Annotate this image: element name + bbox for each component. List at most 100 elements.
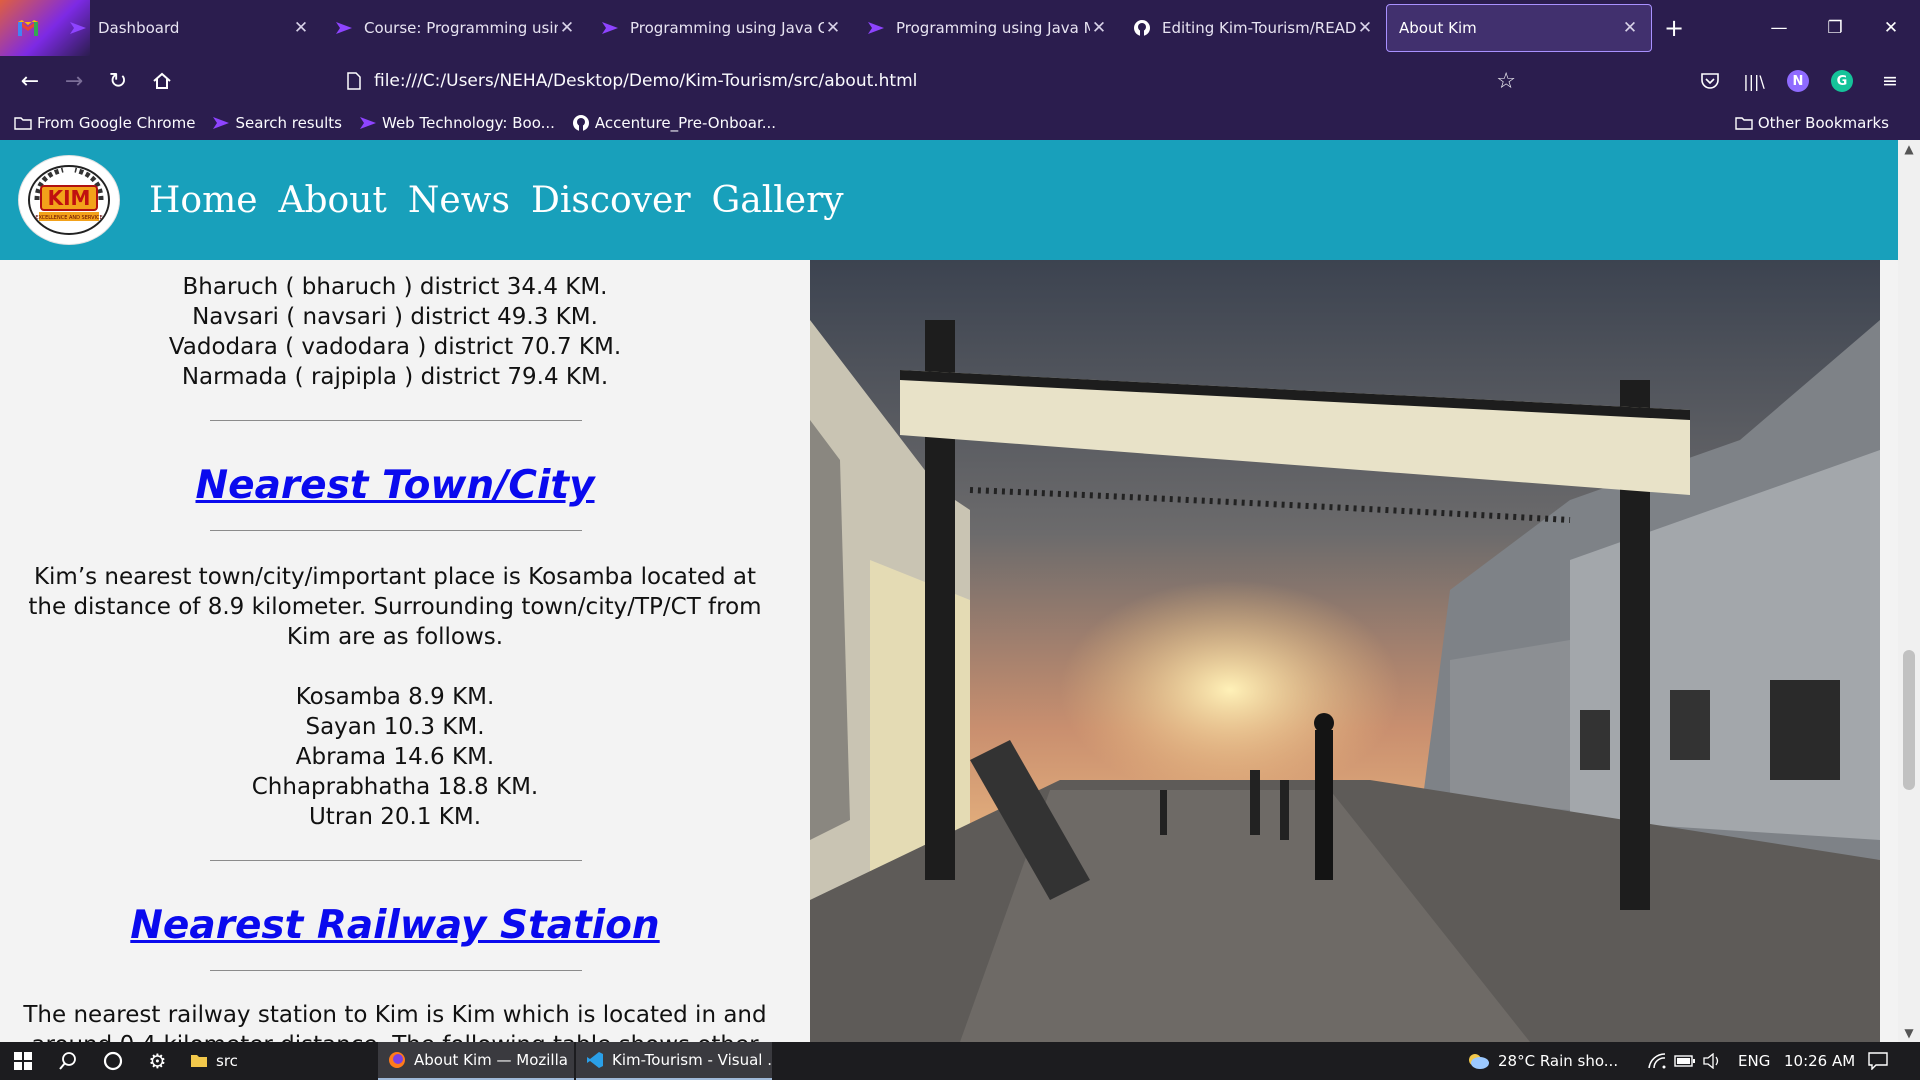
grammarly-icon[interactable]: G — [1820, 56, 1864, 106]
close-icon[interactable]: ✕ — [1356, 18, 1374, 38]
profile-avatar[interactable]: N — [1776, 56, 1820, 106]
vscode-icon — [586, 1051, 604, 1069]
bookmark-accenture[interactable]: Accenture_Pre-Onboar... — [572, 114, 776, 132]
divider — [210, 530, 582, 531]
logo-text: KIM — [48, 186, 91, 210]
close-icon[interactable]: ✕ — [292, 18, 310, 38]
github-icon — [572, 114, 590, 132]
scroll-up-icon[interactable]: ▲ — [1898, 142, 1920, 156]
tab-title: Programming using Java Mo — [896, 19, 1090, 37]
forward-arrow-icon[interactable]: → — [52, 61, 96, 101]
notifications-icon[interactable] — [1868, 1042, 1888, 1080]
about-content: Bharuch ( bharuch ) district 34.4 KM. Na… — [0, 260, 810, 1042]
volume-icon[interactable] — [1703, 1042, 1723, 1080]
list-item: Bharuch ( bharuch ) district 34.4 KM. — [182, 274, 608, 300]
tab-title: About Kim — [1399, 19, 1477, 37]
nearest-town-heading[interactable]: Nearest Town/City — [0, 462, 790, 510]
tab-course[interactable]: Course: Programming using J ✕ — [322, 4, 588, 52]
tab-about-kim[interactable]: About Kim ✕ — [1386, 4, 1652, 52]
other-bookmarks[interactable]: Other Bookmarks — [1735, 106, 1889, 140]
weather-text: 28°C Rain sho... — [1498, 1052, 1619, 1070]
nav-news[interactable]: News — [408, 180, 510, 221]
web-page: KIM EXCELLENCE AND SERVICE Home About Ne… — [0, 140, 1898, 1042]
address-bar[interactable]: file:///C:/Users/NEHA/Desktop/Demo/Kim-T… — [334, 62, 1530, 100]
url-text[interactable]: file:///C:/Users/NEHA/Desktop/Demo/Kim-T… — [374, 71, 917, 91]
taskbar-app-src[interactable]: src — [180, 1042, 376, 1080]
minimize-icon[interactable]: — — [1751, 0, 1807, 56]
tab-dashboard[interactable]: Dashboard ✕ — [56, 4, 322, 52]
search-icon[interactable] — [45, 1042, 90, 1080]
gmail-icon[interactable] — [0, 0, 56, 56]
close-icon[interactable]: ✕ — [558, 18, 576, 38]
course-icon — [866, 20, 886, 36]
folder-icon — [190, 1053, 208, 1069]
nav-gallery[interactable]: Gallery — [712, 180, 844, 221]
bookmarks-toolbar: From Google Chrome Search results Web Te… — [0, 106, 1920, 140]
browser-tab-strip: Dashboard ✕ Course: Programming using J … — [0, 0, 1920, 56]
kim-gate-sunset-photo — [810, 260, 1880, 1042]
close-icon[interactable]: ✕ — [1621, 18, 1639, 38]
list-item: Navsari ( navsari ) district 49.3 KM. — [192, 304, 598, 330]
list-item: Utran 20.1 KM. — [308, 804, 482, 830]
list-item: Vadodara ( vadodara ) district 70.7 KM. — [168, 334, 622, 360]
github-icon — [1132, 20, 1152, 36]
nearest-railway-heading[interactable]: Nearest Railway Station — [0, 902, 790, 950]
page-scrollbar[interactable]: ▲ ▼ — [1898, 140, 1920, 1042]
battery-icon[interactable] — [1674, 1042, 1696, 1080]
nav-home[interactable]: Home — [149, 180, 258, 221]
home-icon[interactable] — [140, 61, 184, 101]
site-nav: Home About News Discover Gallery — [149, 180, 865, 221]
town-paragraph: Kim’s nearest town/city/important place … — [28, 564, 762, 650]
tab-title: Editing Kim-Tourism/READM — [1162, 19, 1356, 37]
taskbar-app-vscode[interactable]: Kim-Tourism - Visual ... — [576, 1042, 772, 1080]
firefox-icon — [388, 1051, 406, 1069]
settings-gear-icon[interactable]: ⚙ — [135, 1042, 180, 1080]
site-header: KIM EXCELLENCE AND SERVICE Home About Ne… — [0, 140, 1898, 260]
divider — [210, 970, 582, 971]
language-indicator[interactable]: ENG — [1738, 1042, 1770, 1080]
bookmark-search-results[interactable]: Search results — [212, 114, 342, 132]
restore-icon[interactable]: ❐ — [1807, 0, 1863, 56]
library-icon[interactable]: |||\ — [1732, 56, 1776, 106]
list-item: Narmada ( rajpipla ) district 79.4 KM. — [181, 364, 609, 390]
close-icon[interactable]: ✕ — [824, 18, 842, 38]
tab-github-readme[interactable]: Editing Kim-Tourism/READM ✕ — [1120, 4, 1386, 52]
cortana-icon[interactable] — [90, 1042, 135, 1080]
reload-icon[interactable]: ↻ — [96, 61, 140, 101]
tab-java-con[interactable]: Programming using Java Con ✕ — [588, 4, 854, 52]
folder-icon — [1735, 116, 1753, 130]
folder-icon — [14, 116, 32, 130]
taskbar-app-firefox[interactable]: About Kim — Mozilla ... — [378, 1042, 574, 1080]
pocket-icon[interactable] — [1688, 56, 1732, 106]
scrollbar-thumb[interactable] — [1903, 650, 1915, 790]
tab-java-mo[interactable]: Programming using Java Mo ✕ — [854, 4, 1120, 52]
nav-about[interactable]: About — [279, 180, 387, 221]
windows-taskbar: ⚙ src About Kim — Mozilla ... Kim-Touris… — [0, 1042, 1920, 1080]
window-close-icon[interactable]: ✕ — [1863, 0, 1919, 56]
nav-discover[interactable]: Discover — [531, 180, 691, 221]
tab-title: Programming using Java Con — [630, 19, 824, 37]
bookmark-web-technology[interactable]: Web Technology: Boo... — [359, 114, 555, 132]
tab-title: Dashboard — [98, 19, 180, 37]
windows-start-icon[interactable] — [0, 1042, 45, 1080]
list-item: Chhaprabhatha 18.8 KM. — [251, 774, 539, 800]
page-icon — [334, 72, 374, 90]
bookmark-star-icon[interactable]: ☆ — [1496, 69, 1516, 94]
rain-cloud-icon — [1466, 1051, 1490, 1071]
list-item: Sayan 10.3 KM. — [305, 714, 485, 740]
scroll-down-icon[interactable]: ▼ — [1898, 1026, 1920, 1040]
town-distance-list: Kosamba 8.9 KM. Sayan 10.3 KM. Abrama 14… — [0, 682, 790, 832]
course-icon — [334, 20, 354, 36]
new-tab-icon[interactable]: + — [1652, 14, 1696, 42]
tab-title: Course: Programming using J — [364, 19, 558, 37]
close-icon[interactable]: ✕ — [1090, 18, 1108, 38]
network-icon[interactable] — [1648, 1042, 1666, 1080]
list-item: Abrama 14.6 KM. — [295, 744, 495, 770]
clock[interactable]: 10:26 AM — [1784, 1042, 1855, 1080]
back-arrow-icon[interactable]: ← — [8, 61, 52, 101]
weather-widget[interactable]: 28°C Rain sho... — [1466, 1042, 1618, 1080]
kim-logo[interactable]: KIM EXCELLENCE AND SERVICE — [19, 156, 119, 244]
bookmark-from-google-chrome[interactable]: From Google Chrome — [14, 114, 195, 132]
divider — [210, 420, 582, 421]
menu-icon[interactable]: ≡ — [1868, 56, 1912, 106]
